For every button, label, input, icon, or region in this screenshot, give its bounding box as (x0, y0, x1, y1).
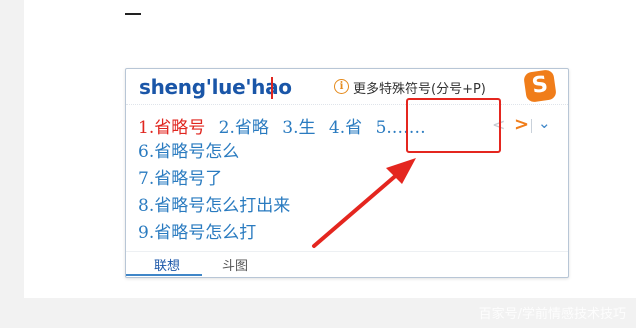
watermark: 百家号/学前情感技术技巧 (478, 307, 626, 322)
annotation-arrow-icon (312, 158, 416, 248)
